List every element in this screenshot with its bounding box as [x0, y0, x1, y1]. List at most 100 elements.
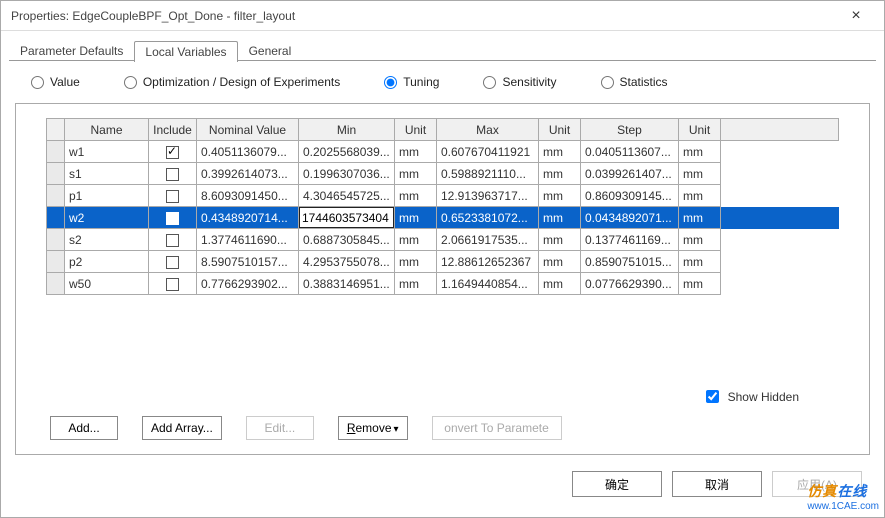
cell-unit3[interactable]: mm — [679, 273, 721, 295]
col-unit1[interactable]: Unit — [395, 119, 437, 141]
cell-include[interactable] — [149, 251, 197, 273]
cell-unit3[interactable]: mm — [679, 185, 721, 207]
cell-nominal[interactable]: 0.3992614073... — [197, 163, 299, 185]
cell-min[interactable]: 0.3883146951... — [299, 273, 395, 295]
cell-max[interactable]: 12.88612652367 — [437, 251, 539, 273]
add-array-button[interactable]: Add Array... — [142, 416, 222, 440]
close-icon[interactable]: × — [836, 7, 876, 25]
cell-min[interactable]: 4.2953755078... — [299, 251, 395, 273]
checkbox-icon[interactable] — [166, 190, 179, 203]
cell-step[interactable]: 0.0434892071... — [581, 207, 679, 229]
cell-max[interactable]: 1.1649440854... — [437, 273, 539, 295]
cell-step[interactable]: 0.0776629390... — [581, 273, 679, 295]
checkbox-icon[interactable] — [166, 278, 179, 291]
ok-button[interactable]: 确定 — [572, 471, 662, 497]
tab-local-variables[interactable]: Local Variables — [134, 41, 237, 62]
row-header[interactable] — [47, 141, 65, 163]
col-step[interactable]: Step — [581, 119, 679, 141]
radio-optimization[interactable]: Optimization / Design of Experiments — [124, 75, 340, 89]
radio-tuning[interactable]: Tuning — [384, 75, 439, 89]
cell-nominal[interactable]: 0.4051136079... — [197, 141, 299, 163]
radio-value[interactable]: Value — [31, 75, 80, 89]
cell-unit2[interactable]: mm — [539, 163, 581, 185]
cell-include[interactable] — [149, 163, 197, 185]
cell-unit2[interactable]: mm — [539, 251, 581, 273]
cell-unit2[interactable]: mm — [539, 229, 581, 251]
cell-include[interactable] — [149, 207, 197, 229]
col-unit2[interactable]: Unit — [539, 119, 581, 141]
cell-min[interactable]: 0.6887305845... — [299, 229, 395, 251]
remove-button[interactable]: Remove — [338, 416, 408, 440]
row-header[interactable] — [47, 207, 65, 229]
cell-unit2[interactable]: mm — [539, 185, 581, 207]
cell-step[interactable]: 0.8609309145... — [581, 185, 679, 207]
cell-unit1[interactable]: mm — [395, 141, 437, 163]
cell-unit1[interactable]: mm — [395, 185, 437, 207]
cancel-button[interactable]: 取消 — [672, 471, 762, 497]
tab-parameter-defaults[interactable]: Parameter Defaults — [9, 40, 134, 61]
cell-include[interactable] — [149, 273, 197, 295]
col-nominal[interactable]: Nominal Value — [197, 119, 299, 141]
radio-sensitivity[interactable]: Sensitivity — [483, 75, 556, 89]
cell-name[interactable]: p1 — [65, 185, 149, 207]
col-max[interactable]: Max — [437, 119, 539, 141]
checkbox-icon[interactable] — [166, 234, 179, 247]
cell-unit3[interactable]: mm — [679, 229, 721, 251]
cell-nominal[interactable]: 0.7766293902... — [197, 273, 299, 295]
cell-nominal[interactable]: 8.5907510157... — [197, 251, 299, 273]
table-row[interactable]: s21.3774611690...0.6887305845...mm2.0661… — [47, 229, 839, 251]
col-min[interactable]: Min — [299, 119, 395, 141]
cell-unit1[interactable]: mm — [395, 207, 437, 229]
cell-max[interactable]: 12.913963717... — [437, 185, 539, 207]
cell-unit1[interactable]: mm — [395, 273, 437, 295]
cell-min[interactable]: 0.2025568039... — [299, 141, 395, 163]
cell-min[interactable]: 4.3046545725... — [299, 185, 395, 207]
row-header[interactable] — [47, 229, 65, 251]
cell-include[interactable] — [149, 185, 197, 207]
table-row[interactable]: w10.4051136079...0.2025568039...mm0.6076… — [47, 141, 839, 163]
radio-statistics[interactable]: Statistics — [601, 75, 668, 89]
cell-max[interactable]: 0.6523381072... — [437, 207, 539, 229]
col-include[interactable]: Include — [149, 119, 197, 141]
cell-min[interactable] — [299, 207, 395, 229]
add-button[interactable]: Add... — [50, 416, 118, 440]
cell-step[interactable]: 0.1377461169... — [581, 229, 679, 251]
cell-include[interactable] — [149, 141, 197, 163]
cell-name[interactable]: p2 — [65, 251, 149, 273]
row-header[interactable] — [47, 251, 65, 273]
table-row[interactable]: p18.6093091450...4.3046545725...mm12.913… — [47, 185, 839, 207]
table-row[interactable]: w20.4348920714...mm0.6523381072...mm0.04… — [47, 207, 839, 229]
row-header[interactable] — [47, 273, 65, 295]
cell-unit2[interactable]: mm — [539, 207, 581, 229]
col-name[interactable]: Name — [65, 119, 149, 141]
cell-nominal[interactable]: 0.4348920714... — [197, 207, 299, 229]
table-row[interactable]: w500.7766293902...0.3883146951...mm1.164… — [47, 273, 839, 295]
cell-unit2[interactable]: mm — [539, 273, 581, 295]
row-header[interactable] — [47, 185, 65, 207]
col-unit3[interactable]: Unit — [679, 119, 721, 141]
cell-max[interactable]: 0.5988921110... — [437, 163, 539, 185]
cell-nominal[interactable]: 1.3774611690... — [197, 229, 299, 251]
col-rowheader[interactable] — [47, 119, 65, 141]
checkbox-icon[interactable] — [166, 146, 179, 159]
cell-unit3[interactable]: mm — [679, 207, 721, 229]
cell-step[interactable]: 0.0405113607... — [581, 141, 679, 163]
cell-name[interactable]: w2 — [65, 207, 149, 229]
table-row[interactable]: p2 8.5907510157...4.2953755078... mm12.886… — [47, 251, 839, 273]
cell-step[interactable]: 0.8590751015... — [581, 251, 679, 273]
cell-include[interactable] — [149, 229, 197, 251]
row-header[interactable] — [47, 163, 65, 185]
checkbox-icon[interactable] — [166, 212, 179, 225]
cell-max[interactable]: 2.0661917535... — [437, 229, 539, 251]
cell-name[interactable]: s2 — [65, 229, 149, 251]
cell-name[interactable]: s1 — [65, 163, 149, 185]
cell-unit2[interactable]: mm — [539, 141, 581, 163]
table-row[interactable]: s10.3992614073...0.1996307036...mm0.5988… — [47, 163, 839, 185]
show-hidden-checkbox[interactable]: Show Hidden — [702, 387, 799, 406]
cell-name[interactable]: w1 — [65, 141, 149, 163]
cell-unit3[interactable]: mm — [679, 141, 721, 163]
show-hidden-input[interactable] — [706, 390, 719, 403]
cell-min[interactable]: 0.1996307036... — [299, 163, 395, 185]
cell-unit1[interactable]: mm — [395, 163, 437, 185]
tab-general[interactable]: General — [238, 40, 303, 61]
